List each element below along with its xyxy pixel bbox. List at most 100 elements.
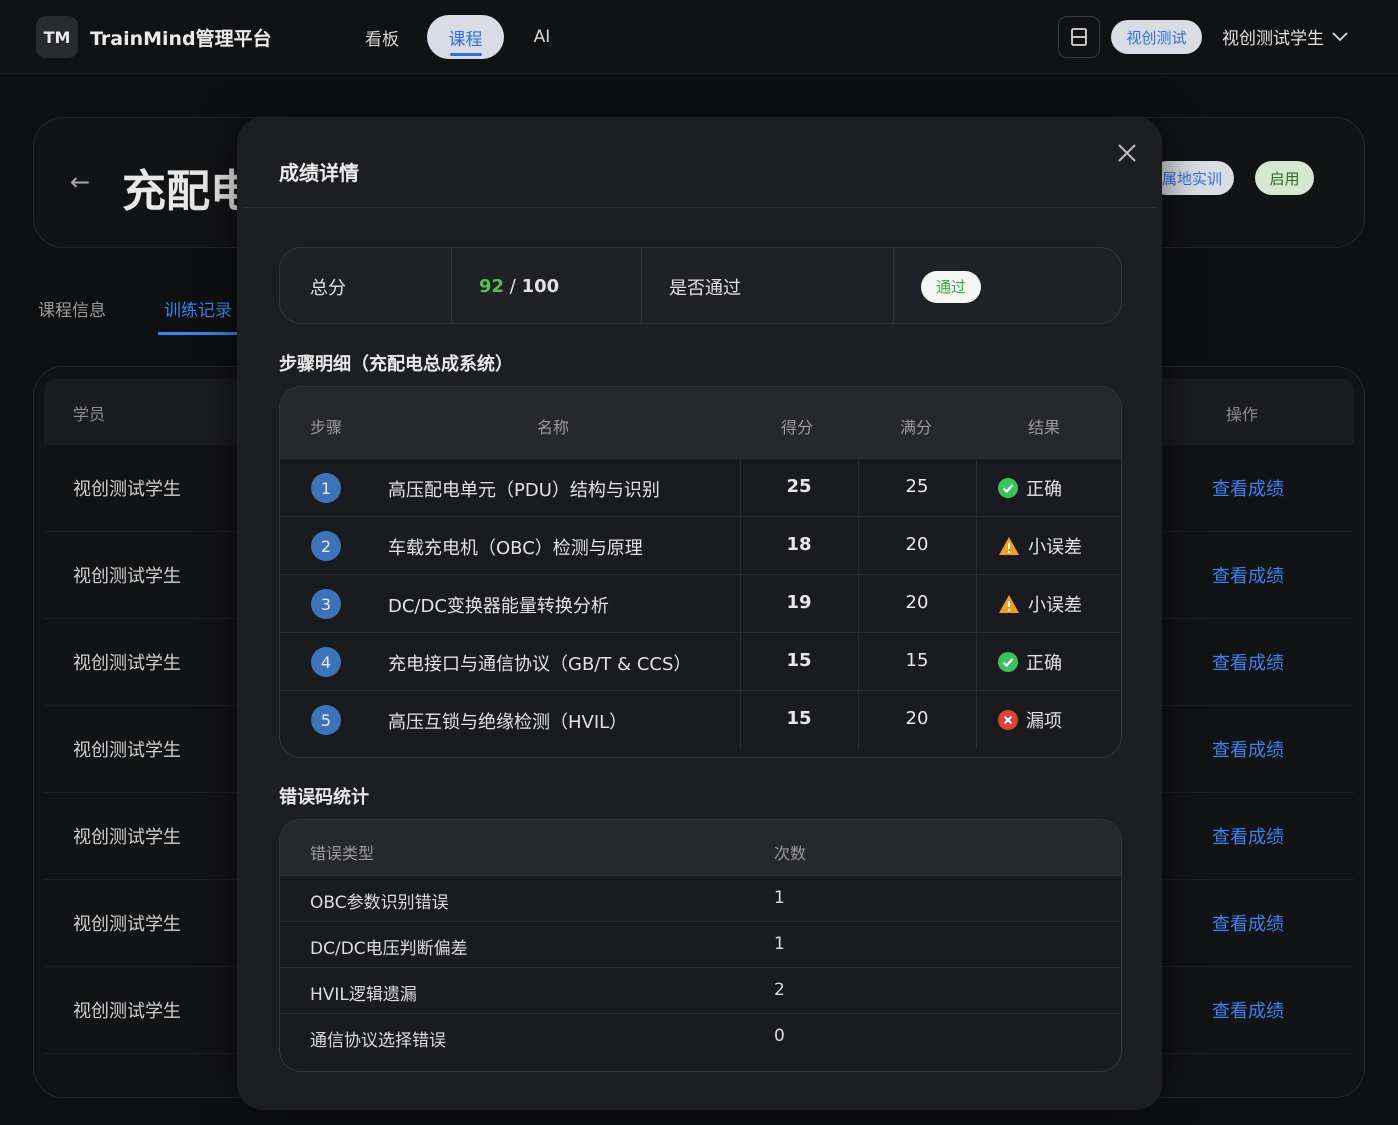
close-icon [1118, 144, 1136, 162]
col-error-type: 错误类型 [310, 844, 375, 863]
total-score: 92 / 100 [479, 248, 560, 323]
check-circle-icon [998, 478, 1018, 498]
error-type: DC/DC电压判断偏差 [310, 939, 468, 959]
calendar-icon [1071, 28, 1087, 46]
student-name: 视创测试学生 [73, 914, 181, 935]
step-number: 3 [311, 589, 341, 619]
total-label: 总分 [310, 277, 346, 299]
step-full: 25 [905, 476, 929, 497]
steps-table: 步骤 名称 得分 满分 结果 1 高压配电单元（PDU）结构与识别 25 25 … [279, 386, 1122, 758]
student-name: 视创测试学生 [73, 740, 181, 761]
error-count: 2 [774, 980, 785, 1000]
modal-divider [243, 207, 1156, 208]
error-count: 0 [774, 1026, 785, 1046]
chevron-down-icon [1332, 31, 1348, 41]
view-score-link[interactable]: 查看成绩 [1212, 649, 1284, 675]
top-bar: TM TrainMind管理平台 看板 课程 AI 视创测试 视创测试学生 [0, 0, 1398, 74]
column-divider [976, 691, 977, 749]
back-arrow-icon[interactable]: ← [70, 168, 90, 196]
col-name: 名称 [537, 418, 570, 437]
step-result-label: 小误差 [1028, 537, 1082, 558]
nav-dashboard[interactable]: 看板 [352, 15, 412, 59]
modal-title: 成绩详情 [279, 161, 359, 185]
view-score-link[interactable]: 查看成绩 [1212, 562, 1284, 588]
steps-section-title: 步骤明细（充配电总成系统） [279, 354, 513, 375]
score-summary: 总分 92 / 100 是否通过 通过 [279, 247, 1122, 324]
org-badge[interactable]: 视创测试 [1111, 20, 1202, 54]
step-score: 19 [786, 592, 812, 613]
view-score-link[interactable]: 查看成绩 [1212, 910, 1284, 936]
error-circle-icon [998, 710, 1018, 730]
student-name: 视创测试学生 [73, 479, 181, 500]
score-max: 100 [521, 276, 560, 297]
step-score: 18 [786, 534, 812, 555]
view-score-link[interactable]: 查看成绩 [1212, 736, 1284, 762]
error-row: DC/DC电压判断偏差 1 [280, 921, 1121, 967]
tab-training-records[interactable]: 训练记录 [164, 296, 232, 321]
step-score: 25 [786, 476, 812, 497]
close-button[interactable] [1113, 139, 1141, 167]
pass-badge: 通过 [921, 270, 981, 303]
col-student: 学员 [73, 405, 106, 424]
warning-icon [999, 595, 1019, 613]
tab-course-info[interactable]: 课程信息 [38, 296, 106, 321]
step-result: 正确 [998, 649, 1062, 675]
check-circle-icon [998, 652, 1018, 672]
app-logo[interactable]: TM [36, 16, 78, 58]
step-name: 高压互锁与绝缘检测（HVIL） [388, 712, 628, 733]
warning-icon [999, 537, 1019, 555]
column-divider [976, 575, 977, 633]
step-name: 充电接口与通信协议（GB/T & CCS） [388, 654, 692, 675]
step-name: DC/DC变换器能量转换分析 [388, 596, 609, 617]
summary-divider [893, 248, 894, 323]
step-result-label: 正确 [1026, 479, 1062, 500]
col-step: 步骤 [310, 418, 343, 437]
error-type: OBC参数识别错误 [310, 893, 449, 913]
col-score: 得分 [781, 418, 814, 437]
errors-section-title: 错误码统计 [279, 787, 369, 808]
column-divider [976, 517, 977, 575]
score-detail-modal: 成绩详情 总分 92 / 100 是否通过 通过 步骤明细（充配电总成系统） 步… [237, 117, 1162, 1110]
error-count: 1 [774, 934, 785, 954]
step-row: 2 车载充电机（OBC）检测与原理 18 20 小误差 [280, 516, 1121, 575]
student-name: 视创测试学生 [73, 827, 181, 848]
step-result: 小误差 [998, 533, 1082, 559]
error-type: 通信协议选择错误 [310, 1031, 446, 1051]
nav-courses[interactable]: 课程 [427, 15, 504, 59]
step-full: 15 [905, 650, 929, 671]
step-result: 漏项 [998, 707, 1062, 733]
step-result-label: 漏项 [1026, 711, 1062, 732]
error-code-table: 错误类型 次数 OBC参数识别错误 1 DC/DC电压判断偏差 1 HVIL逻辑… [279, 819, 1122, 1072]
student-name: 视创测试学生 [73, 566, 181, 587]
step-number: 5 [311, 705, 341, 735]
course-title: 充配电 [122, 166, 254, 217]
col-result: 结果 [1028, 418, 1061, 437]
steps-table-head: 步骤 名称 得分 满分 结果 [280, 387, 1121, 458]
step-row: 4 充电接口与通信协议（GB/T & CCS） 15 15 正确 [280, 632, 1121, 691]
calendar-button[interactable] [1058, 16, 1100, 58]
student-name: 视创测试学生 [73, 1001, 181, 1022]
score-separator: / [504, 276, 522, 297]
step-name: 高压配电单元（PDU）结构与识别 [388, 480, 660, 501]
step-number: 2 [311, 531, 341, 561]
pass-cell: 通过 [921, 248, 981, 323]
step-result: 小误差 [998, 591, 1082, 617]
step-result: 正确 [998, 475, 1062, 501]
user-menu[interactable]: 视创测试学生 [1222, 24, 1348, 49]
error-row: 通信协议选择错误 0 [280, 1013, 1121, 1059]
status-tag: 启用 [1255, 161, 1314, 195]
view-score-link[interactable]: 查看成绩 [1212, 475, 1284, 501]
step-row: 3 DC/DC变换器能量转换分析 19 20 小误差 [280, 574, 1121, 633]
column-divider [976, 633, 977, 691]
error-row: OBC参数识别错误 1 [280, 875, 1121, 921]
step-row: 5 高压互锁与绝缘检测（HVIL） 15 20 漏项 [280, 690, 1121, 749]
error-count: 1 [774, 888, 785, 908]
view-score-link[interactable]: 查看成绩 [1212, 823, 1284, 849]
step-full: 20 [905, 708, 929, 729]
view-score-link[interactable]: 查看成绩 [1212, 997, 1284, 1023]
step-row: 1 高压配电单元（PDU）结构与识别 25 25 正确 [280, 458, 1121, 517]
step-score: 15 [786, 650, 812, 671]
site-tag: 属地实训 [1150, 161, 1234, 195]
step-full: 20 [905, 534, 929, 555]
nav-ai[interactable]: AI [520, 15, 564, 59]
